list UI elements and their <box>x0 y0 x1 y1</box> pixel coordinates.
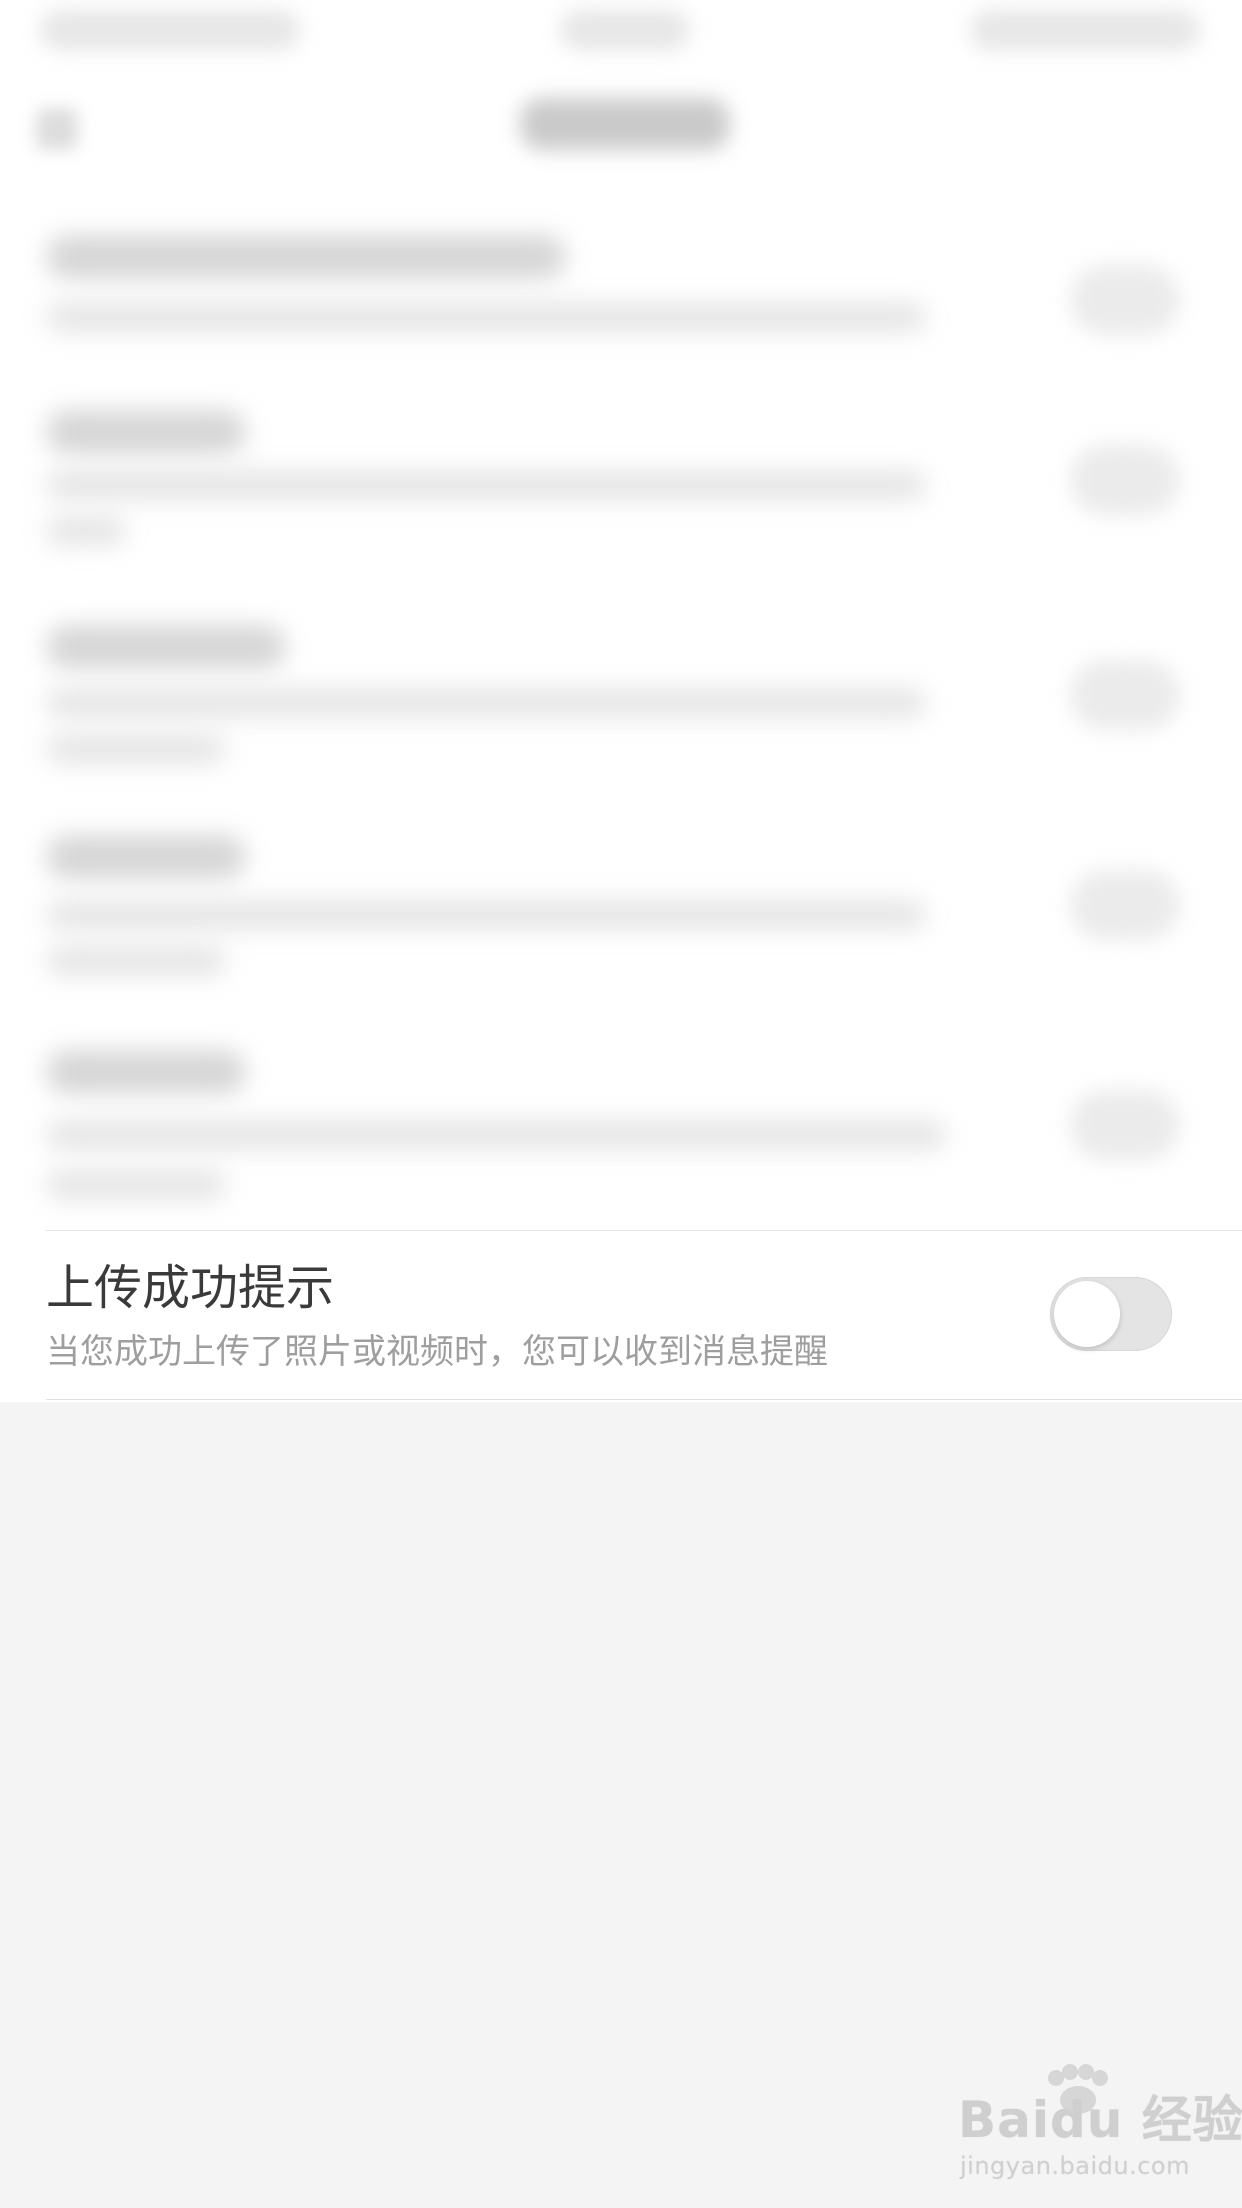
setting-row-upload-success: 上传成功提示 当您成功上传了照片或视频时，您可以收到消息提醒 <box>0 1230 1242 1400</box>
toggle-blurred[interactable] <box>1070 870 1180 940</box>
list-item <box>0 820 1242 1020</box>
toggle-blurred[interactable] <box>1070 1090 1180 1160</box>
item-desc-blurred <box>46 1170 226 1200</box>
status-carrier-blurred <box>40 10 300 50</box>
item-title-blurred <box>46 235 566 279</box>
watermark: Baidu 经验 jingyan.baidu.com <box>950 2064 1242 2190</box>
watermark-logo: Baidu 经验 <box>958 2091 1242 2149</box>
page-header <box>0 70 1242 180</box>
setting-description: 当您成功上传了照片或视频时，您可以收到消息提醒 <box>46 1332 828 1372</box>
item-desc-blurred <box>46 1120 946 1150</box>
back-icon[interactable] <box>36 108 78 150</box>
upload-success-toggle[interactable] <box>1050 1277 1172 1351</box>
toggle-blurred[interactable] <box>1070 660 1180 730</box>
item-desc-blurred <box>46 734 226 764</box>
list-item <box>0 1030 1242 1230</box>
divider <box>46 1399 1242 1400</box>
item-title-blurred <box>46 1050 246 1094</box>
status-time-blurred <box>560 10 690 50</box>
toggle-knob <box>1054 1281 1120 1347</box>
status-battery-blurred <box>970 10 1200 50</box>
item-title-blurred <box>46 835 246 879</box>
item-title-blurred <box>46 410 246 454</box>
list-item <box>0 220 1242 390</box>
watermark-url: jingyan.baidu.com <box>960 2152 1190 2180</box>
item-title-blurred <box>46 625 286 669</box>
toggle-blurred[interactable] <box>1070 445 1180 515</box>
list-item <box>0 610 1242 810</box>
page-title-blurred <box>520 98 730 150</box>
item-desc-blurred <box>46 302 926 332</box>
item-desc-blurred <box>46 946 226 976</box>
divider <box>46 1230 1242 1231</box>
toggle-blurred[interactable] <box>1070 265 1180 335</box>
item-desc-blurred <box>46 900 926 930</box>
item-desc-blurred <box>46 470 926 500</box>
list-item <box>0 390 1242 590</box>
item-desc-blurred <box>46 688 926 718</box>
item-desc-blurred <box>46 516 126 546</box>
setting-title: 上传成功提示 <box>46 1260 335 1316</box>
status-bar <box>0 0 1242 62</box>
